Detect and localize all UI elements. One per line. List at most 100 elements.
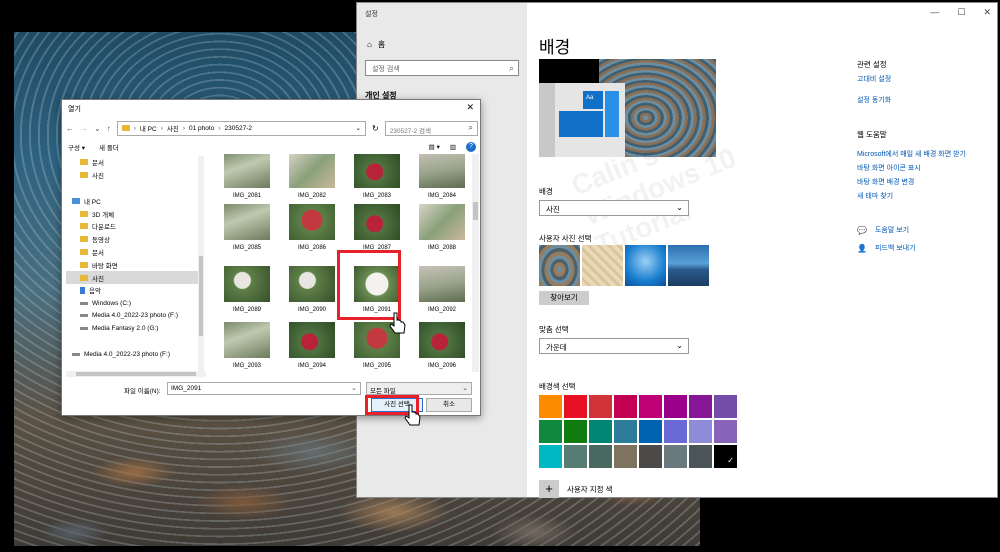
tree-item[interactable]: 문서: [66, 246, 204, 259]
tree-scrollbar[interactable]: [198, 156, 204, 371]
get-help-link[interactable]: 💬 도움말 보기: [857, 225, 909, 235]
filename-input[interactable]: IMG_2091 ⌄: [167, 382, 361, 395]
up-arrow-icon[interactable]: ↑: [107, 124, 111, 133]
organize-menu[interactable]: 구성 ▾: [68, 142, 85, 152]
high-contrast-link[interactable]: 고대비 설정: [857, 74, 891, 84]
home-nav[interactable]: ⌂ 홈: [367, 39, 385, 50]
forward-arrow-icon[interactable]: →: [80, 124, 88, 133]
file-type-select[interactable]: 모든 파일 ⌄: [366, 382, 472, 395]
file-thumbnail: [419, 204, 465, 240]
file-item[interactable]: IMG_2095: [347, 322, 405, 372]
color-swatch[interactable]: [639, 445, 662, 468]
file-item[interactable]: IMG_2092: [412, 266, 470, 328]
web-help-link[interactable]: 새 테마 찾기: [857, 191, 893, 201]
browse-button[interactable]: 찾아보기: [539, 291, 589, 305]
preview-pane-icon[interactable]: ▥: [450, 143, 456, 151]
color-swatch[interactable]: [564, 395, 587, 418]
color-swatch[interactable]: [614, 445, 637, 468]
breadcrumb-item[interactable]: 230527-2: [225, 125, 252, 132]
file-item[interactable]: IMG_2090: [282, 266, 340, 328]
color-swatch[interactable]: [589, 420, 612, 443]
recent-pictures: [539, 245, 709, 286]
tree-item[interactable]: 문서: [66, 156, 204, 169]
recent-picture-thumb[interactable]: [625, 245, 666, 286]
background-dropdown[interactable]: 사진 ⌄: [539, 200, 689, 216]
tree-item[interactable]: Media 4.0_2022-23 photo (F:): [66, 310, 204, 323]
close-icon[interactable]: ✕: [466, 102, 474, 113]
color-swatch[interactable]: [539, 395, 562, 418]
fit-dropdown[interactable]: 가운데 ⌄: [539, 338, 689, 354]
tree-item[interactable]: 사진: [66, 271, 204, 284]
chevron-down-icon[interactable]: ⌄: [356, 124, 361, 132]
tree-item[interactable]: 음악: [66, 284, 204, 297]
sync-settings-link[interactable]: 설정 동기화: [857, 95, 891, 105]
file-scrollbar[interactable]: [472, 154, 479, 372]
color-swatch[interactable]: [614, 395, 637, 418]
color-swatch[interactable]: [713, 444, 738, 469]
color-swatch[interactable]: [564, 445, 587, 468]
tree-item[interactable]: 내 PC: [66, 194, 204, 207]
color-swatch[interactable]: [589, 445, 612, 468]
color-swatch[interactable]: [589, 395, 612, 418]
color-swatch[interactable]: [689, 395, 712, 418]
background-value: 사진: [546, 205, 560, 214]
color-swatch[interactable]: [714, 420, 737, 443]
color-swatch[interactable]: [564, 420, 587, 443]
recent-chevron-icon[interactable]: ⌄: [94, 124, 101, 133]
tree-item[interactable]: 다운로드: [66, 220, 204, 233]
tree-item[interactable]: 3D 개체: [66, 207, 204, 220]
color-swatch[interactable]: [539, 420, 562, 443]
settings-main: 배경 Aa Calin's Windows 10 Tutorial 배경 사진 …: [539, 3, 839, 498]
choose-picture-button[interactable]: 사진 선택: [371, 398, 423, 412]
tree-horizontal-scrollbar[interactable]: [66, 371, 206, 377]
filename-value: IMG_2091: [171, 385, 202, 392]
chevron-down-icon[interactable]: ⌄: [351, 384, 357, 392]
tree-item[interactable]: 동영상: [66, 233, 204, 246]
recent-picture-thumb[interactable]: [668, 245, 709, 286]
web-help-link[interactable]: Microsoft에서 매일 새 배경 화면 받기: [857, 149, 966, 159]
tree-item[interactable]: Media Fantasy 2.0 (G:): [66, 322, 204, 335]
tree-item[interactable]: Media 4.0_2022-23 photo (F:): [66, 348, 204, 361]
breadcrumb-item[interactable]: 사진: [167, 123, 179, 133]
color-swatch[interactable]: [639, 395, 662, 418]
breadcrumb-item[interactable]: 01 photo: [189, 125, 214, 132]
folder-search-input[interactable]: 230527-2 검색 ⌕: [384, 120, 478, 136]
color-swatch[interactable]: [664, 420, 687, 443]
file-item[interactable]: IMG_2093: [217, 322, 275, 372]
color-swatch[interactable]: [664, 445, 687, 468]
new-folder-button[interactable]: 새 폴더: [99, 142, 119, 152]
tree-item[interactable]: 바탕 화면: [66, 258, 204, 271]
settings-search-input[interactable]: 설정 검색 ⌕: [365, 60, 519, 76]
tree-item[interactable]: Windows (C:): [66, 297, 204, 310]
color-swatch[interactable]: [664, 395, 687, 418]
color-swatch[interactable]: [714, 395, 737, 418]
color-swatch[interactable]: [539, 445, 562, 468]
file-item[interactable]: IMG_2085: [217, 204, 275, 266]
color-swatch[interactable]: [639, 420, 662, 443]
breadcrumb[interactable]: › 내 PC › 사진 › 01 photo › 230527-2 ⌄: [116, 120, 366, 136]
file-item[interactable]: IMG_2088: [412, 204, 470, 266]
file-item[interactable]: IMG_2089: [217, 266, 275, 328]
file-item[interactable]: IMG_2087: [347, 204, 405, 266]
file-item[interactable]: IMG_2094: [282, 322, 340, 372]
color-swatch[interactable]: [614, 420, 637, 443]
refresh-icon[interactable]: ↻: [372, 124, 379, 133]
breadcrumb-item[interactable]: 내 PC: [140, 123, 157, 133]
feedback-link[interactable]: 👤 피드백 보내기: [857, 243, 916, 253]
back-arrow-icon[interactable]: ←: [66, 124, 74, 133]
color-swatch[interactable]: [689, 420, 712, 443]
search-placeholder: 230527-2 검색: [389, 127, 431, 135]
help-icon[interactable]: ?: [466, 142, 476, 152]
cancel-button[interactable]: 취소: [426, 398, 472, 412]
tree-item[interactable]: 사진: [66, 169, 204, 182]
web-help-link[interactable]: 바탕 화면 배경 변경: [857, 177, 914, 187]
web-help-link[interactable]: 바탕 화면 아이콘 표시: [857, 163, 921, 173]
color-swatch[interactable]: [689, 445, 712, 468]
recent-picture-thumb[interactable]: [582, 245, 623, 286]
view-options-icon[interactable]: ▤ ▾: [429, 143, 440, 151]
file-item[interactable]: IMG_2086: [282, 204, 340, 266]
custom-color-button[interactable]: + 사용자 지정 색: [539, 480, 613, 498]
file-item[interactable]: IMG_2096: [412, 322, 470, 372]
file-item[interactable]: IMG_2091: [347, 266, 405, 328]
recent-picture-thumb[interactable]: [539, 245, 580, 286]
